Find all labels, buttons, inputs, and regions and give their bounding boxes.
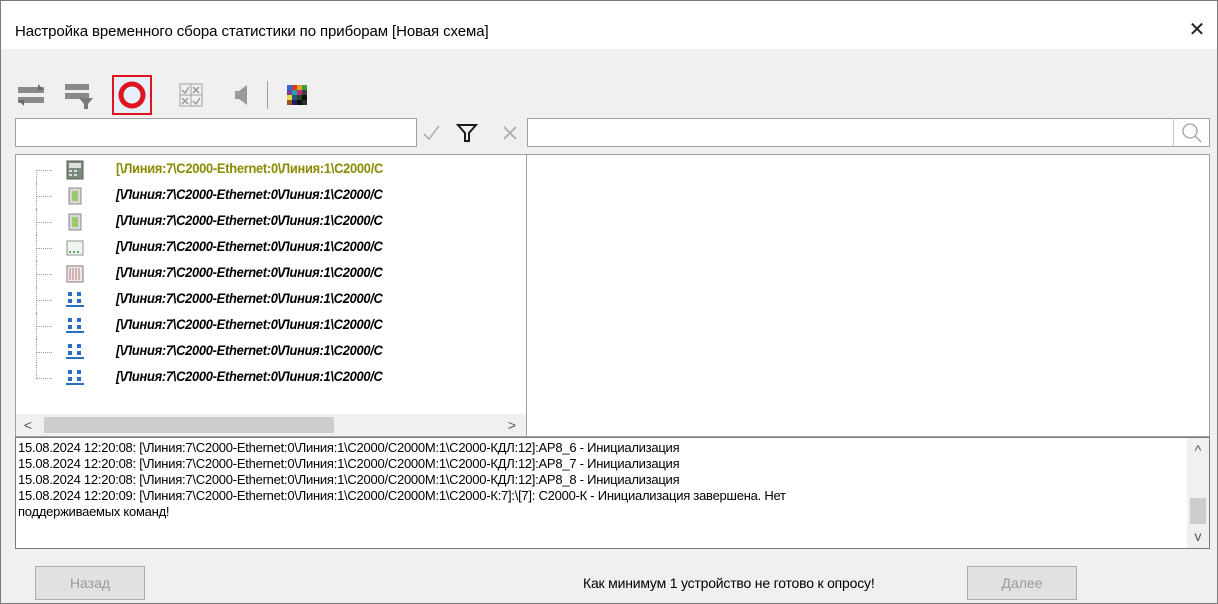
refresh-filter-button[interactable] [59,75,99,115]
tree-connector-horizontal [36,196,52,197]
filter-button[interactable] [454,120,480,146]
title-bar: Настройка временного сбора статистики по… [1,1,1217,49]
close-button[interactable]: ✕ [1185,19,1209,43]
tree-connector-vertical [36,365,37,378]
device-tree[interactable]: [\Линия:7\С2000-Ethernet:0\Линия:1\С2000… [15,154,527,437]
tree-item-label: [\Линия:7\С2000-Ethernet:0\Линия:1\С2000… [116,316,383,332]
log-vertical-scrollbar[interactable]: ^ v [1187,438,1209,548]
relay-icon [66,212,84,232]
checklist-icon [179,83,203,107]
tree-item-label: [\Линия:7\С2000-Ethernet:0\Линия:1\С2000… [116,186,383,202]
network-node-icon [66,316,84,336]
status-message: Как минимум 1 устройство не готово к опр… [583,575,875,591]
network-node-icon [66,368,84,388]
stop-button[interactable] [112,75,152,115]
tree-item[interactable]: [\Линия:7\С2000-Ethernet:0\Линия:1\С2000… [16,313,526,339]
tree-connector-horizontal [36,378,52,379]
refresh-button[interactable] [11,75,51,115]
tree-item[interactable]: [\Линия:7\С2000-Ethernet:0\Линия:1\С2000… [16,261,526,287]
color-palette-icon [287,85,307,105]
tree-item[interactable]: [\Линия:7\С2000-Ethernet:0\Линия:1\С2000… [16,339,526,365]
back-button[interactable]: Назад [35,566,145,600]
tree-item[interactable]: [\Линия:7\С2000-Ethernet:0\Линия:1\С2000… [16,183,526,209]
scroll-thumb[interactable] [1190,498,1206,524]
stop-icon [118,81,146,109]
tree-connector-horizontal [36,300,52,301]
log-text: 15.08.2024 12:20:08: [\Линия:7\С2000-Eth… [18,440,1183,520]
next-button[interactable]: Далее [967,566,1077,600]
log-line: поддерживаемых команд! [18,504,170,519]
event-log[interactable]: 15.08.2024 12:20:08: [\Линия:7\С2000-Eth… [15,437,1210,549]
tree-item[interactable]: [\Линия:7\С2000-Ethernet:0\Линия:1\С2000… [16,235,526,261]
speaker-icon [235,85,247,105]
checklist-button[interactable] [171,75,211,115]
log-line: 15.08.2024 12:20:08: [\Линия:7\С2000-Eth… [18,456,680,471]
speaker-button[interactable] [223,75,263,115]
tree-connector-horizontal [36,170,52,171]
grid-device-icon [66,264,84,284]
tree-item[interactable]: [\Линия:7\С2000-Ethernet:0\Линия:1\С2000… [16,209,526,235]
tree-item-label: [\Линия:7\С2000-Ethernet:0\Линия:1\С2000… [116,290,383,306]
tree-item-label: [\Линия:7\С2000-Ethernet:0\Линия:1\С2000… [116,264,383,280]
network-node-icon [66,342,84,362]
clear-filter-icon [503,126,517,140]
dialog-window: Настройка временного сбора статистики по… [0,0,1218,604]
relay-icon [66,186,84,206]
log-line: 15.08.2024 12:20:08: [\Линия:7\С2000-Eth… [18,472,680,487]
scroll-up-button[interactable]: ^ [1188,440,1208,460]
apply-filter-button[interactable] [418,120,444,146]
keypad-icon [66,238,84,258]
clear-filter-button[interactable] [497,120,523,146]
tree-connector-horizontal [36,352,52,353]
details-panel [527,154,1210,437]
tree-horizontal-scrollbar[interactable]: < > [16,414,526,436]
search-button[interactable] [1173,119,1209,146]
tree-item-label: [\Линия:7\С2000-Ethernet:0\Линия:1\С2000… [116,212,383,228]
toolbar-separator [267,81,268,109]
tree-connector-vertical [36,170,37,183]
toolbar [11,75,411,115]
refresh-filter-icon [65,84,93,109]
tree-filter-input[interactable] [15,118,417,147]
tree-connector-horizontal [36,248,52,249]
tree-item-label: [\Линия:7\С2000-Ethernet:0\Линия:1\С2000… [116,368,383,384]
scroll-right-button[interactable]: > [502,415,522,435]
scroll-left-button[interactable]: < [18,415,38,435]
tree-item-label: [\Линия:7\С2000-Ethernet:0\Линия:1\С2000… [116,238,383,254]
scroll-down-button[interactable]: v [1188,526,1208,546]
tree-connector-horizontal [36,326,52,327]
search-field[interactable] [527,118,1210,147]
tree-item[interactable]: [\Линия:7\С2000-Ethernet:0\Линия:1\С2000… [16,287,526,313]
refresh-icon [18,84,44,106]
color-palette-button[interactable] [277,75,317,115]
tree-item[interactable]: [\Линия:7\С2000-Ethernet:0\Линия:1\С2000… [16,365,526,391]
tree-connector-horizontal [36,222,52,223]
search-icon [1181,122,1202,143]
network-node-icon [66,290,84,310]
tree-item-label: [\Линия:7\С2000-Ethernet:0\Линия:1\С2000… [116,160,384,176]
log-line: 15.08.2024 12:20:08: [\Линия:7\С2000-Eth… [18,440,680,455]
window-title: Настройка временного сбора статистики по… [15,23,489,40]
filter-icon [456,124,478,142]
scroll-thumb[interactable] [44,417,334,433]
tree-connector-horizontal [36,274,52,275]
checkmark-icon [423,125,440,141]
log-line: 15.08.2024 12:20:09: [\Линия:7\С2000-Eth… [18,488,786,503]
tree-item[interactable]: [\Линия:7\С2000-Ethernet:0\Линия:1\С2000… [16,157,526,183]
device-panel-icon [66,160,84,180]
tree-item-label: [\Линия:7\С2000-Ethernet:0\Линия:1\С2000… [116,342,383,358]
